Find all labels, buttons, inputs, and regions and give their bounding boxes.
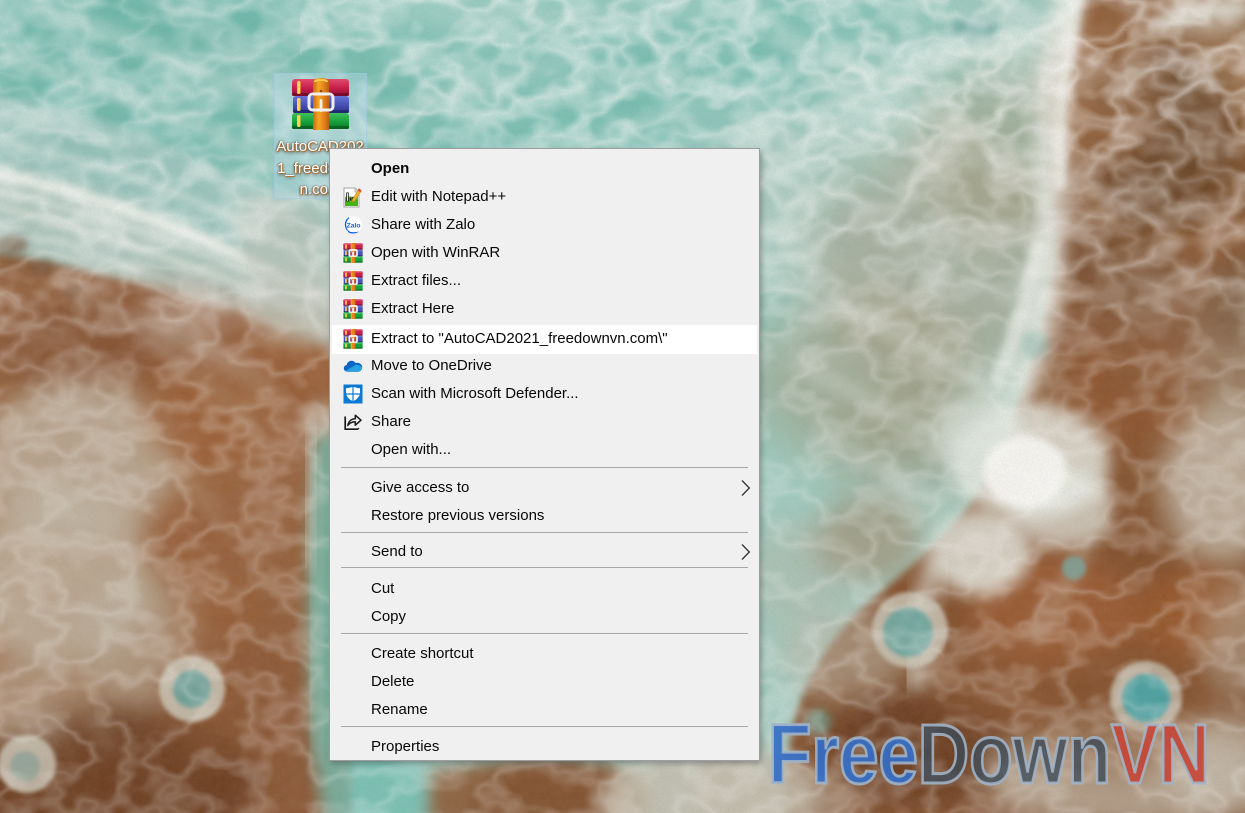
svg-text:Zalo: Zalo [347, 222, 361, 229]
